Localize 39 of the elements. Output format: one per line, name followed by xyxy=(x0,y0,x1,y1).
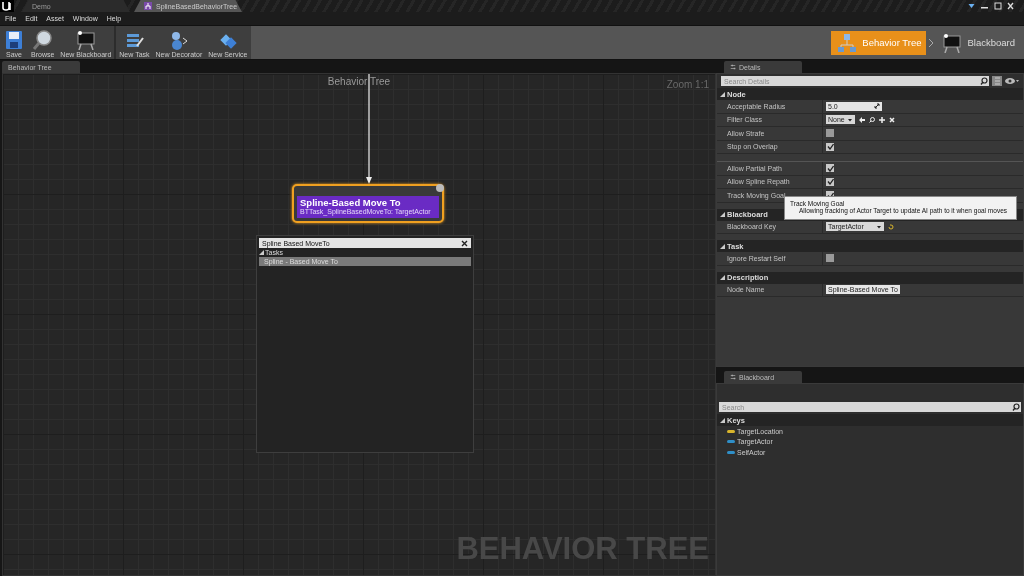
close-icon[interactable] xyxy=(1005,2,1016,10)
checkbox[interactable] xyxy=(826,177,834,186)
caret-icon xyxy=(846,116,853,123)
easel-board-icon xyxy=(74,30,97,50)
arrow-left-icon[interactable] xyxy=(858,116,865,123)
node-title: Spline-Based Move To xyxy=(300,197,402,208)
eye-icon[interactable] xyxy=(1005,77,1019,85)
search-icon[interactable] xyxy=(1011,402,1021,412)
notification-icon[interactable] xyxy=(966,2,977,10)
clear-icon[interactable] xyxy=(461,239,468,247)
engine-logo-icon[interactable] xyxy=(0,0,14,12)
search-icon[interactable] xyxy=(868,116,875,123)
caret-icon xyxy=(876,223,882,230)
checkbox[interactable] xyxy=(826,142,834,151)
triangle-icon[interactable] xyxy=(720,275,725,280)
graph-title: Behavior Tree xyxy=(327,76,391,87)
checkbox[interactable] xyxy=(826,164,834,173)
mode-button[interactable]: Blackboard xyxy=(936,30,1020,55)
tree-asset-icon xyxy=(144,2,152,10)
node-pin[interactable] xyxy=(436,184,444,192)
sliders-icon xyxy=(730,64,736,70)
easel-board-icon xyxy=(941,32,964,53)
triangle-icon[interactable] xyxy=(720,417,725,423)
zoom-label: Zoom 1:1 xyxy=(666,79,709,90)
restore-icon[interactable] xyxy=(992,2,1003,10)
magnifier-icon xyxy=(31,30,54,50)
tree-nodes-icon xyxy=(836,32,859,53)
plus-icon[interactable] xyxy=(878,116,885,123)
chevron-icon xyxy=(928,37,935,48)
checkbox[interactable] xyxy=(826,254,834,263)
drag-arrows-icon xyxy=(874,103,880,110)
checkbox[interactable] xyxy=(826,129,834,138)
sliders-icon xyxy=(730,374,736,380)
triangle-icon[interactable] xyxy=(259,250,264,255)
triangle-icon[interactable] xyxy=(720,91,725,97)
search-icon[interactable] xyxy=(979,76,989,86)
triangle-icon[interactable] xyxy=(720,243,725,249)
triangle-icon[interactable] xyxy=(720,212,725,217)
floppy-icon xyxy=(3,30,25,50)
